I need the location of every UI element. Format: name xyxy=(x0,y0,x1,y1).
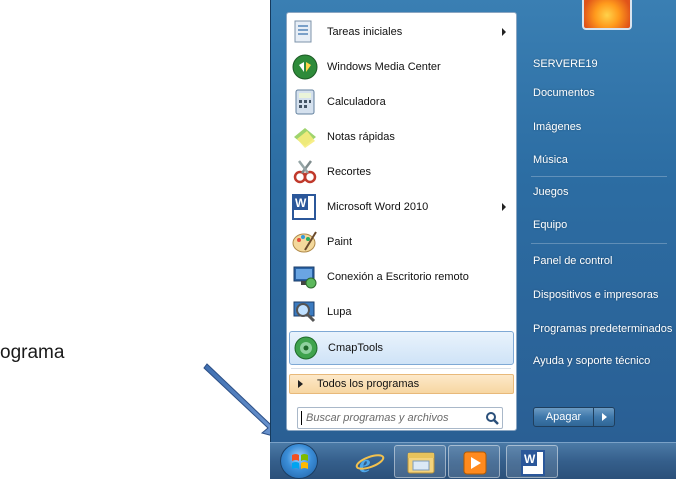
user-picture[interactable] xyxy=(582,0,632,30)
program-list-pane: Tareas iniciales Windows Media Center Ca… xyxy=(286,12,517,431)
shutdown-label: Apagar xyxy=(534,408,594,426)
media-player-icon xyxy=(463,451,487,475)
search-box[interactable]: Buscar programas y archivos xyxy=(297,407,503,429)
start-orb-icon[interactable] xyxy=(280,443,318,479)
program-item-word[interactable]: W Microsoft Word 2010 xyxy=(289,190,514,224)
program-label: Recortes xyxy=(327,166,372,178)
right-item-ayuda[interactable]: Ayuda y soporte técnico xyxy=(533,350,673,372)
calculator-icon xyxy=(291,88,319,116)
chevron-right-icon xyxy=(601,413,607,421)
program-label: Microsoft Word 2010 xyxy=(327,201,429,213)
cmaptools-icon xyxy=(292,334,320,362)
program-label: Tareas iniciales xyxy=(327,26,403,38)
program-item-tareas-iniciales[interactable]: Tareas iniciales xyxy=(289,15,514,49)
separator xyxy=(291,368,511,369)
start-menu: Tareas iniciales Windows Media Center Ca… xyxy=(270,0,676,442)
program-label: CmapTools xyxy=(328,342,384,354)
shutdown-button[interactable]: Apagar xyxy=(533,407,615,427)
right-item-imagenes[interactable]: Imágenes xyxy=(533,116,673,138)
right-item-juegos[interactable]: Juegos xyxy=(533,181,673,203)
taskbar-internet-explorer[interactable]: e xyxy=(344,445,396,478)
all-programs-label: Todos los programas xyxy=(317,378,420,390)
program-label: Notas rápidas xyxy=(327,131,395,143)
all-programs-button[interactable]: Todos los programas xyxy=(289,374,514,394)
paint-icon xyxy=(291,228,319,256)
right-item-equipo[interactable]: Equipo xyxy=(533,214,673,236)
right-separator xyxy=(531,176,667,177)
program-item-calculadora[interactable]: Calculadora xyxy=(289,85,514,119)
program-label: Windows Media Center xyxy=(327,61,441,73)
search-placeholder: Buscar programas y archivos xyxy=(306,412,449,424)
right-item-documentos[interactable]: Documentos xyxy=(533,82,673,104)
submenu-arrow-icon xyxy=(502,28,506,36)
program-label: Paint xyxy=(327,236,353,248)
taskbar-windows-explorer[interactable] xyxy=(394,445,446,478)
snipping-tool-icon xyxy=(291,158,319,186)
windows-explorer-icon xyxy=(407,452,435,474)
shutdown-options-button[interactable] xyxy=(594,408,614,426)
taskbar: e W xyxy=(270,442,676,479)
right-separator xyxy=(531,243,667,244)
taskbar-media-player[interactable] xyxy=(448,445,500,478)
program-item-cmaptools[interactable]: CmapTools xyxy=(289,331,514,365)
program-item-recortes[interactable]: Recortes xyxy=(289,155,514,189)
program-label: Conexión a Escritorio remoto xyxy=(327,271,469,283)
right-item-user[interactable]: SERVERE19 xyxy=(533,53,673,75)
right-item-programas-predeterminados[interactable]: Programas predeterminados xyxy=(533,318,673,340)
getting-started-icon xyxy=(291,18,319,46)
right-item-dispositivos[interactable]: Dispositivos e impresoras xyxy=(533,284,673,306)
submenu-arrow-icon xyxy=(502,203,506,211)
search-icon[interactable] xyxy=(482,409,502,427)
taskbar-word[interactable]: W xyxy=(506,445,558,478)
program-item-paint[interactable]: Paint xyxy=(289,225,514,259)
media-center-icon xyxy=(291,53,319,81)
program-item-media-center[interactable]: Windows Media Center xyxy=(289,50,514,84)
magnifier-icon xyxy=(291,298,319,326)
svg-text:W: W xyxy=(295,196,307,210)
sticky-notes-icon xyxy=(291,123,319,151)
internet-explorer-icon: e xyxy=(355,449,385,478)
program-label: Lupa xyxy=(327,306,352,318)
right-item-panel-de-control[interactable]: Panel de control xyxy=(533,250,673,272)
remote-desktop-icon xyxy=(291,263,319,291)
word-icon: W xyxy=(291,193,319,221)
word-icon: W xyxy=(521,450,545,476)
triangle-right-icon xyxy=(298,380,303,388)
right-item-musica[interactable]: Música xyxy=(533,149,673,171)
program-item-remote-desktop[interactable]: Conexión a Escritorio remoto xyxy=(289,260,514,294)
program-item-lupa[interactable]: Lupa xyxy=(289,295,514,329)
svg-text:e: e xyxy=(359,449,371,478)
program-item-notas-rapidas[interactable]: Notas rápidas xyxy=(289,120,514,154)
program-label: Calculadora xyxy=(327,96,386,108)
svg-text:W: W xyxy=(524,452,536,466)
windows-logo-icon xyxy=(292,454,308,469)
